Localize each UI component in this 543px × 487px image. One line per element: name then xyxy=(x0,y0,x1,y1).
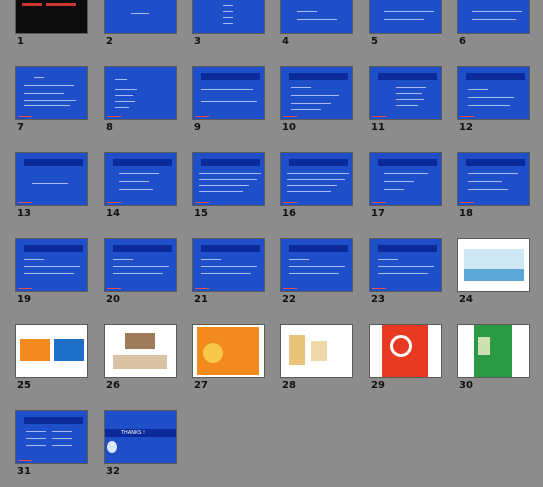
slide-20[interactable]: 20 xyxy=(104,238,177,306)
slide-number: 31 xyxy=(17,466,31,477)
slide-thumbnail[interactable] xyxy=(280,324,353,378)
slide-17[interactable]: 17 xyxy=(369,152,442,220)
slide-number: 30 xyxy=(459,380,473,391)
thanks-text: THANKS ! xyxy=(121,430,146,436)
slide-number: 6 xyxy=(459,36,466,47)
slide-number: 18 xyxy=(459,208,473,219)
slide-thumbnail[interactable] xyxy=(192,0,265,34)
slide-number: 24 xyxy=(459,294,473,305)
slide-number: 17 xyxy=(371,208,385,219)
slide-22[interactable]: 22 xyxy=(280,238,353,306)
slide-4[interactable]: 4 xyxy=(280,0,353,48)
slide-number: 21 xyxy=(194,294,208,305)
slide-24[interactable]: 24 xyxy=(457,238,530,306)
slide-thumbnail[interactable] xyxy=(280,0,353,34)
slide-thumbnail[interactable] xyxy=(15,152,88,206)
slide-26[interactable]: 26 xyxy=(104,324,177,392)
slide-1[interactable]: 1 xyxy=(15,0,88,48)
slide-28[interactable]: 28 xyxy=(280,324,353,392)
slide-3[interactable]: 3 xyxy=(192,0,265,48)
slide-thumbnail[interactable] xyxy=(369,238,442,292)
slide-number: 22 xyxy=(282,294,296,305)
slide-25[interactable]: 25 xyxy=(15,324,88,392)
slide-thumbnail[interactable] xyxy=(280,66,353,120)
slide-thumbnail[interactable] xyxy=(192,238,265,292)
slide-number: 27 xyxy=(194,380,208,391)
slide-number: 20 xyxy=(106,294,120,305)
slide-thumbnail[interactable] xyxy=(15,0,88,34)
slide-number: 9 xyxy=(194,122,201,133)
slide-thumbnail[interactable] xyxy=(369,66,442,120)
slide-2[interactable]: 2 xyxy=(104,0,177,48)
slide-thumbnail[interactable] xyxy=(457,152,530,206)
slide-sorter: 1 2 3 4 5 6 7 8 9 10 11 12 13 14 15 16 1… xyxy=(0,0,543,487)
slide-12[interactable]: 12 xyxy=(457,66,530,134)
slide-thumbnail[interactable] xyxy=(369,0,442,34)
slide-number: 8 xyxy=(106,122,113,133)
slide-29[interactable]: 29 xyxy=(369,324,442,392)
slide-number: 29 xyxy=(371,380,385,391)
slide-14[interactable]: 14 xyxy=(104,152,177,220)
slide-30[interactable]: 30 xyxy=(457,324,530,392)
slide-number: 26 xyxy=(106,380,120,391)
slide-thumbnail[interactable] xyxy=(192,324,265,378)
slide-number: 10 xyxy=(282,122,296,133)
slide-thumbnail[interactable] xyxy=(457,0,530,34)
slide-11[interactable]: 11 xyxy=(369,66,442,134)
slide-21[interactable]: 21 xyxy=(192,238,265,306)
slide-7[interactable]: 7 xyxy=(15,66,88,134)
slide-thumbnail[interactable] xyxy=(369,324,442,378)
slide-thumbnail[interactable] xyxy=(280,152,353,206)
slide-thumbnail[interactable]: THANKS ! xyxy=(104,410,177,464)
slide-9[interactable]: 9 xyxy=(192,66,265,134)
slide-number: 11 xyxy=(371,122,385,133)
slide-10[interactable]: 10 xyxy=(280,66,353,134)
slide-number: 13 xyxy=(17,208,31,219)
slide-16[interactable]: 16 xyxy=(280,152,353,220)
slide-thumbnail[interactable] xyxy=(15,324,88,378)
slide-5[interactable]: 5 xyxy=(369,0,442,48)
slide-number: 2 xyxy=(106,36,113,47)
slide-number: 4 xyxy=(282,36,289,47)
slide-number: 3 xyxy=(194,36,201,47)
slide-number: 28 xyxy=(282,380,296,391)
slide-number: 25 xyxy=(17,380,31,391)
slide-thumbnail[interactable] xyxy=(104,238,177,292)
slide-number: 7 xyxy=(17,122,24,133)
slide-thumbnail[interactable] xyxy=(104,152,177,206)
slide-thumbnail[interactable] xyxy=(192,66,265,120)
slide-thumbnail[interactable] xyxy=(104,66,177,120)
slide-thumbnail[interactable] xyxy=(104,0,177,34)
slide-6[interactable]: 6 xyxy=(457,0,530,48)
slide-thumbnail[interactable] xyxy=(457,238,530,292)
slide-19[interactable]: 19 xyxy=(15,238,88,306)
slide-thumbnail[interactable] xyxy=(369,152,442,206)
slide-thumbnail[interactable] xyxy=(104,324,177,378)
slide-number: 23 xyxy=(371,294,385,305)
slide-8[interactable]: 8 xyxy=(104,66,177,134)
slide-31[interactable]: 31 xyxy=(15,410,88,478)
slide-13[interactable]: 13 xyxy=(15,152,88,220)
slide-number: 12 xyxy=(459,122,473,133)
slide-15[interactable]: 15 xyxy=(192,152,265,220)
slide-number: 32 xyxy=(106,466,120,477)
slide-number: 14 xyxy=(106,208,120,219)
slide-number: 19 xyxy=(17,294,31,305)
slide-thumbnail[interactable] xyxy=(192,152,265,206)
slide-thumbnail[interactable] xyxy=(15,66,88,120)
slide-thumbnail[interactable] xyxy=(280,238,353,292)
slide-number: 16 xyxy=(282,208,296,219)
slide-thumbnail[interactable] xyxy=(457,66,530,120)
slide-27[interactable]: 27 xyxy=(192,324,265,392)
slide-number: 15 xyxy=(194,208,208,219)
slide-number: 5 xyxy=(371,36,378,47)
slide-18[interactable]: 18 xyxy=(457,152,530,220)
slide-thumbnail[interactable] xyxy=(15,410,88,464)
slide-thumbnail[interactable] xyxy=(15,238,88,292)
slide-32[interactable]: THANKS ! 32 xyxy=(104,410,177,478)
slide-thumbnail[interactable] xyxy=(457,324,530,378)
slide-23[interactable]: 23 xyxy=(369,238,442,306)
slide-number: 1 xyxy=(17,36,24,47)
